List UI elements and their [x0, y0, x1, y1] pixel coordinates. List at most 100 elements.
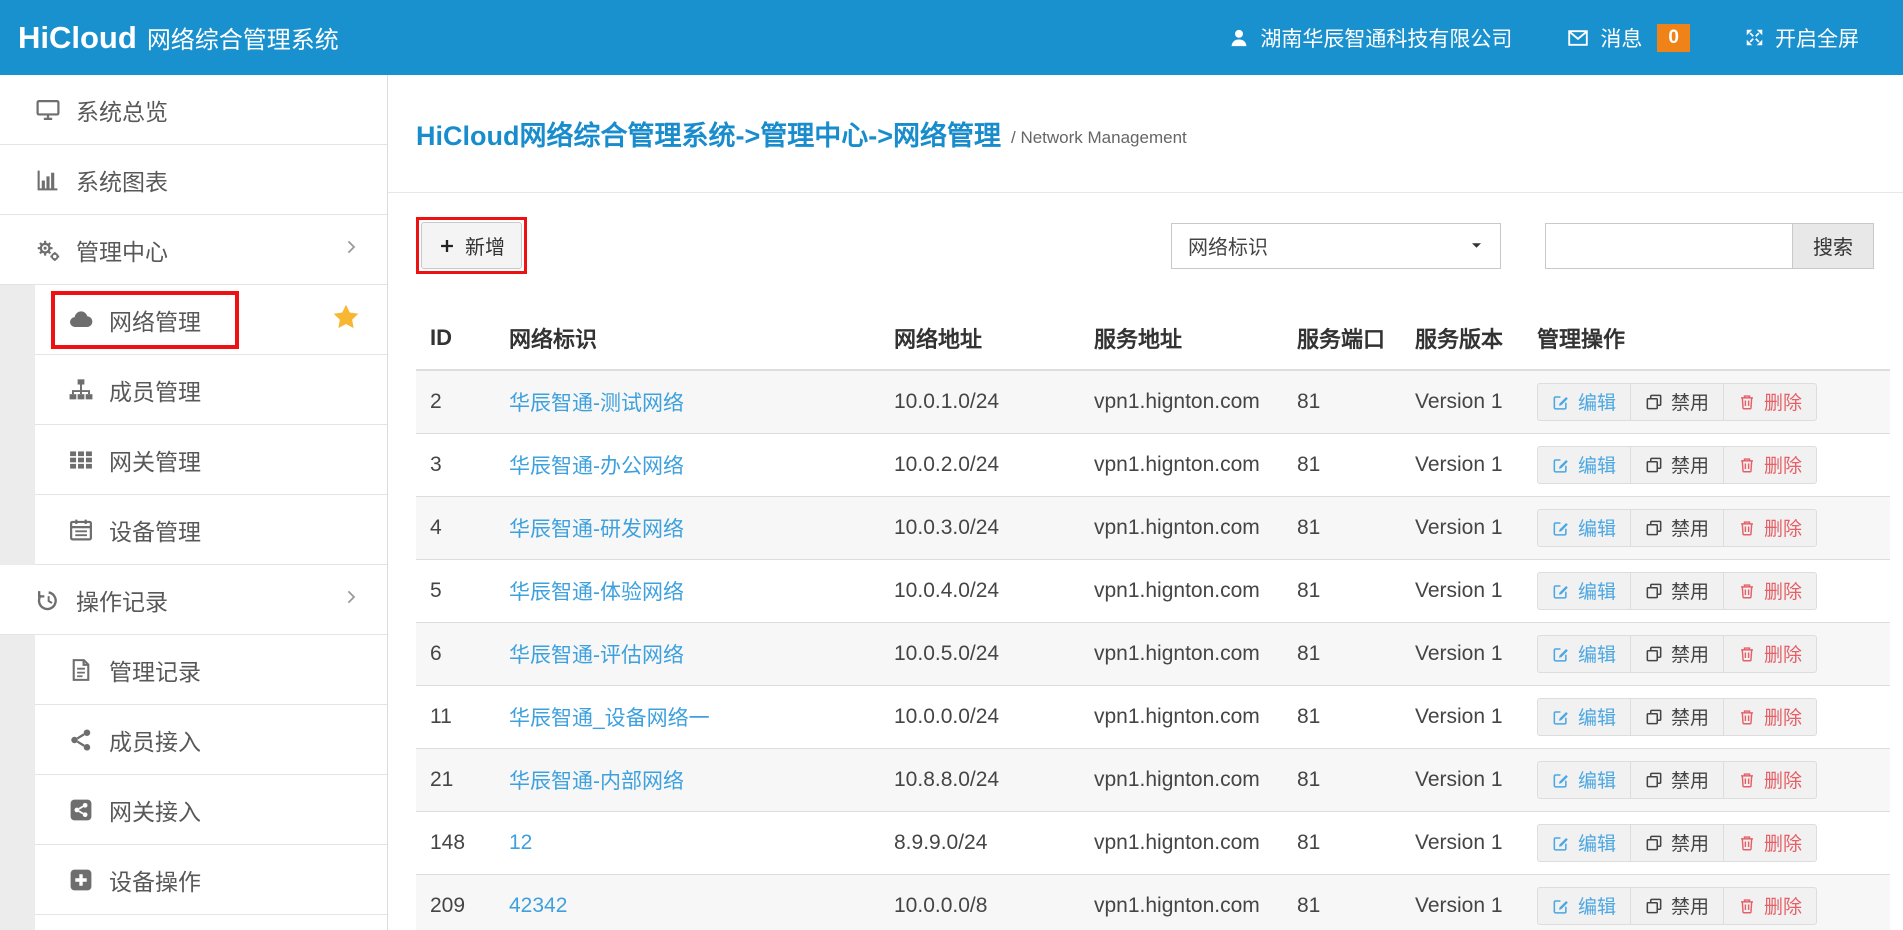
col-header-4: 服务端口 [1297, 310, 1415, 370]
cell-id: 2 [416, 370, 509, 433]
delete-button[interactable]: 删除 [1723, 824, 1817, 862]
delete-button[interactable]: 删除 [1723, 383, 1817, 421]
cell-network-address: 10.0.3.0/24 [894, 496, 1094, 559]
cell-id: 11 [416, 685, 509, 748]
cell-id: 4 [416, 496, 509, 559]
edit-icon [1552, 582, 1570, 600]
cell-service-address: vpn1.hignton.com [1094, 370, 1297, 433]
row-actions: 编辑禁用删除 [1537, 887, 1817, 925]
trash-icon [1738, 834, 1756, 852]
delete-button[interactable]: 删除 [1723, 635, 1817, 673]
disable-button[interactable]: 禁用 [1630, 383, 1724, 421]
sidebar-item-gateway-mgmt[interactable]: 网关管理 [35, 425, 387, 495]
edit-button[interactable]: 编辑 [1537, 761, 1631, 799]
sidebar-item-system-charts[interactable]: 系统图表 [0, 145, 387, 215]
sidebar-item-gateway-access[interactable]: 网关接入 [35, 775, 387, 845]
cell-service-address: vpn1.hignton.com [1094, 622, 1297, 685]
cell-network-address: 10.0.4.0/24 [894, 559, 1094, 622]
edit-icon [1552, 393, 1570, 411]
network-name-link[interactable]: 华辰智通-评估网络 [509, 644, 684, 667]
cell-service-version: Version 1 [1415, 559, 1537, 622]
delete-button[interactable]: 删除 [1723, 887, 1817, 925]
sidebar-item-system-overview[interactable]: 系统总览 [0, 75, 387, 145]
cell-service-version: Version 1 [1415, 370, 1537, 433]
sidebar-item-member-mgmt[interactable]: 成员管理 [35, 355, 387, 425]
sidebar-item-admin-center[interactable]: 管理中心 [0, 215, 387, 285]
edit-button[interactable]: 编辑 [1537, 446, 1631, 484]
disable-button[interactable]: 禁用 [1630, 887, 1724, 925]
sidebar-item-label: 设备管理 [109, 513, 201, 547]
edit-button[interactable]: 编辑 [1537, 383, 1631, 421]
edit-button[interactable]: 编辑 [1537, 824, 1631, 862]
network-name-link[interactable]: 华辰智通_设备网络一 [509, 707, 710, 730]
network-name-link[interactable]: 华辰智通-办公网络 [509, 455, 684, 478]
main-panel: HiCloud网络综合管理系统->管理中心->网络管理 / Network Ma… [388, 75, 1903, 930]
disable-button[interactable]: 禁用 [1630, 761, 1724, 799]
disable-button[interactable]: 禁用 [1630, 635, 1724, 673]
disable-button[interactable]: 禁用 [1630, 698, 1724, 736]
messages-label: 消息 [1600, 23, 1642, 53]
edit-icon [1552, 456, 1570, 474]
gears-icon [32, 237, 64, 263]
disable-button[interactable]: 禁用 [1630, 446, 1724, 484]
fullscreen-toggle[interactable]: 开启全屏 [1744, 23, 1859, 53]
filter-search-group: 网络标识 搜索 [1171, 223, 1874, 269]
networks-table: ID网络标识网络地址服务地址服务端口服务版本管理操作 2华辰智通-测试网络10.… [416, 310, 1890, 930]
company-name: 湖南华辰智通科技有限公司 [1260, 23, 1512, 53]
network-name-link[interactable]: 华辰智通-研发网络 [509, 518, 684, 541]
delete-button[interactable]: 删除 [1723, 698, 1817, 736]
sidebar-item-label: 成员接入 [109, 723, 201, 757]
row-actions: 编辑禁用删除 [1537, 446, 1817, 484]
add-button[interactable]: 新增 [421, 222, 522, 269]
trash-icon [1738, 582, 1756, 600]
edit-button[interactable]: 编辑 [1537, 509, 1631, 547]
network-name-link[interactable]: 42342 [509, 894, 567, 917]
delete-button[interactable]: 删除 [1723, 446, 1817, 484]
row-actions: 编辑禁用删除 [1537, 635, 1817, 673]
company-menu[interactable]: 湖南华辰智通科技有限公司 [1228, 23, 1512, 53]
network-name-link[interactable]: 12 [509, 831, 532, 854]
trash-icon [1738, 519, 1756, 537]
cell-network-address: 10.0.2.0/24 [894, 433, 1094, 496]
cell-service-port: 81 [1297, 370, 1415, 433]
messages-menu[interactable]: 消息 0 [1566, 23, 1690, 53]
delete-button[interactable]: 删除 [1723, 509, 1817, 547]
sidebar-item-admin-records[interactable]: 管理记录 [35, 635, 387, 705]
breadcrumb-subtitle: / Network Management [1011, 128, 1187, 148]
sidebar-item-network-mgmt[interactable]: 网络管理 [35, 285, 387, 355]
edit-button[interactable]: 编辑 [1537, 887, 1631, 925]
sitemap-icon [65, 377, 97, 403]
disable-button[interactable]: 禁用 [1630, 572, 1724, 610]
clone-icon [1645, 708, 1663, 726]
filter-dropdown[interactable]: 网络标识 [1171, 223, 1501, 269]
sidebar-item-device-ops[interactable]: 设备操作 [35, 845, 387, 915]
clone-icon [1645, 456, 1663, 474]
network-name-link[interactable]: 华辰智通-测试网络 [509, 392, 684, 415]
cell-service-address: vpn1.hignton.com [1094, 685, 1297, 748]
share-square-icon [65, 797, 97, 823]
sidebar-item-label: 操作记录 [76, 583, 168, 617]
delete-button[interactable]: 删除 [1723, 761, 1817, 799]
sidebar-item-device-mgmt[interactable]: 设备管理 [35, 495, 387, 565]
sidebar-item-op-records[interactable]: 操作记录 [0, 565, 387, 635]
trash-icon [1738, 645, 1756, 663]
sidebar-item-label: 网关接入 [109, 793, 201, 827]
annotation-box-add: 新增 [416, 217, 527, 274]
table-row: 2094234210.0.0.0/8vpn1.hignton.com81Vers… [416, 874, 1890, 930]
delete-button[interactable]: 删除 [1723, 572, 1817, 610]
search-input[interactable] [1545, 223, 1792, 269]
row-actions: 编辑禁用删除 [1537, 383, 1817, 421]
search-group: 搜索 [1545, 223, 1874, 269]
disable-button[interactable]: 禁用 [1630, 509, 1724, 547]
clone-icon [1645, 582, 1663, 600]
edit-button[interactable]: 编辑 [1537, 635, 1631, 673]
disable-button[interactable]: 禁用 [1630, 824, 1724, 862]
network-name-link[interactable]: 华辰智通-体验网络 [509, 581, 684, 604]
network-name-link[interactable]: 华辰智通-内部网络 [509, 770, 684, 793]
sidebar-item-member-access[interactable]: 成员接入 [35, 705, 387, 775]
edit-button[interactable]: 编辑 [1537, 698, 1631, 736]
cell-service-version: Version 1 [1415, 496, 1537, 559]
search-button[interactable]: 搜索 [1792, 223, 1874, 269]
edit-button[interactable]: 编辑 [1537, 572, 1631, 610]
clone-icon [1645, 393, 1663, 411]
